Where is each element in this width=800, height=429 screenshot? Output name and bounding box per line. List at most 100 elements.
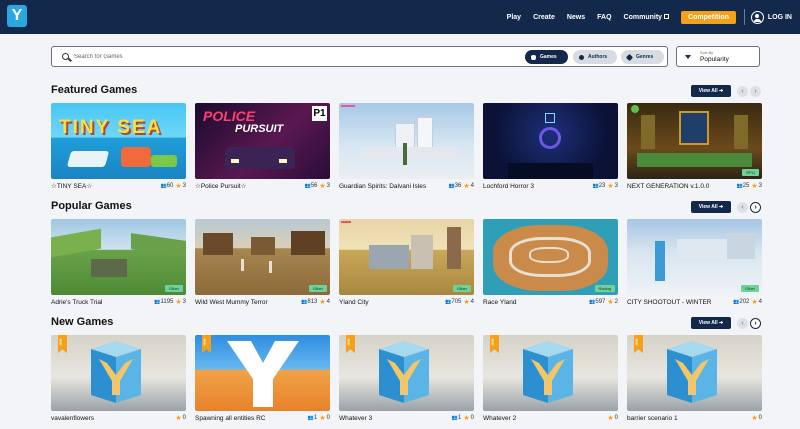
nav-news[interactable]: News bbox=[567, 14, 585, 21]
play-count: 👥25 bbox=[736, 183, 749, 189]
rating-value: 0 bbox=[470, 415, 474, 421]
filter-games-button[interactable]: Games bbox=[525, 50, 568, 64]
game-meta: Wild West Mummy Terror 👥813 ★ 4 bbox=[195, 297, 330, 307]
game-card[interactable]: Other Adrie's Truck Trial 👥1195 ★ 3 bbox=[51, 219, 186, 307]
game-title[interactable]: Race Yland bbox=[483, 299, 586, 306]
game-card[interactable]: NEW barrier scenario 1 ★ 0 bbox=[627, 335, 762, 423]
new-badge-label: NEW bbox=[58, 338, 63, 346]
login-button[interactable]: LOG IN bbox=[750, 10, 792, 24]
view-all-button[interactable]: View All ➔ bbox=[691, 317, 731, 329]
game-card[interactable]: Lochford Horror 3 👥23 ★ 3 bbox=[483, 103, 618, 191]
game-title[interactable]: barrier scenario 1 bbox=[627, 415, 749, 422]
game-title[interactable]: Whatever 3 bbox=[339, 415, 449, 422]
game-title[interactable]: Lochford Horror 3 bbox=[483, 183, 589, 190]
search-input[interactable] bbox=[74, 50, 374, 64]
game-thumbnail[interactable]: RPG bbox=[627, 103, 762, 179]
genre-tag: Other bbox=[452, 285, 471, 292]
gamepad-icon bbox=[531, 54, 536, 60]
game-card[interactable]: Racing Race Yland 👥597 ★ 2 bbox=[483, 219, 618, 307]
star-icon: ★ bbox=[463, 415, 470, 422]
star-icon: ★ bbox=[751, 415, 758, 422]
game-meta: Whatever 2 ★ 0 bbox=[483, 413, 618, 423]
game-title[interactable]: Wild West Mummy Terror bbox=[195, 299, 298, 306]
game-thumbnail[interactable] bbox=[339, 103, 474, 179]
game-title[interactable]: Adrie's Truck Trial bbox=[51, 299, 151, 306]
play-count-value: 1 bbox=[314, 415, 318, 421]
main-nav: Play Create News FAQ Community Competiti… bbox=[495, 0, 792, 34]
star-icon: ★ bbox=[319, 299, 326, 306]
game-title[interactable]: vavalenflowers bbox=[51, 415, 173, 422]
nav-faq[interactable]: FAQ bbox=[597, 14, 611, 21]
game-title[interactable]: Guardian Spirits: Dalvani Isles bbox=[339, 183, 445, 190]
section-title: New Games bbox=[51, 316, 114, 328]
game-card[interactable]: Guardian Spirits: Dalvani Isles 👥36 ★ 4 bbox=[339, 103, 474, 191]
game-thumbnail[interactable]: Other bbox=[627, 219, 762, 295]
carousel-prev-button[interactable]: ‹ bbox=[737, 318, 748, 329]
carousel-next-button[interactable]: › bbox=[750, 318, 761, 329]
nav-create[interactable]: Create bbox=[533, 14, 555, 21]
play-count: 👥56 bbox=[304, 183, 317, 189]
game-card[interactable]: NEW Whatever 2 ★ 0 bbox=[483, 335, 618, 423]
view-all-button[interactable]: View All ➔ bbox=[691, 85, 731, 97]
genre-tag: RPG bbox=[742, 169, 759, 176]
game-thumbnail[interactable]: POLICE PURSUIT P1 bbox=[195, 103, 330, 179]
game-title[interactable]: ☆TINY SEA☆ bbox=[51, 182, 157, 190]
play-count-value: 813 bbox=[307, 299, 318, 305]
genre-tag: Other bbox=[308, 285, 327, 292]
ylands-logo[interactable]: Y bbox=[7, 5, 27, 27]
filter-genres-button[interactable]: Genres bbox=[621, 50, 664, 64]
game-title[interactable]: Yland City bbox=[339, 299, 442, 306]
nav-play[interactable]: Play bbox=[507, 14, 521, 21]
carousel-prev-button[interactable]: ‹ bbox=[737, 202, 748, 213]
play-count: 👥1195 bbox=[154, 299, 173, 305]
game-card[interactable]: RPG NEXT GENERATION v.1.0.0 👥25 ★ 3 bbox=[627, 103, 762, 191]
view-all-button[interactable]: View All ➔ bbox=[691, 201, 731, 213]
login-label: LOG IN bbox=[767, 13, 792, 21]
game-thumbnail[interactable]: Other bbox=[51, 219, 186, 295]
carousel-next-button[interactable]: › bbox=[750, 86, 761, 97]
carousel-prev-button[interactable]: ‹ bbox=[737, 86, 748, 97]
game-thumbnail[interactable]: NEW bbox=[51, 335, 186, 411]
nav-community[interactable]: Community bbox=[624, 13, 670, 21]
play-count-value: 23 bbox=[598, 183, 606, 189]
game-thumbnail[interactable]: Racing bbox=[483, 219, 618, 295]
star-icon: ★ bbox=[175, 183, 182, 190]
game-thumbnail[interactable]: Other bbox=[339, 219, 474, 295]
game-thumbnail[interactable]: Other bbox=[195, 219, 330, 295]
genre-tag: Other bbox=[164, 285, 183, 292]
game-card[interactable]: POLICE PURSUIT P1 ☆Police Pursuit☆ 👥56 ★ 3 bbox=[195, 103, 330, 191]
game-meta: NEXT GENERATION v.1.0.0 👥25 ★ 3 bbox=[627, 181, 762, 191]
star-icon: ★ bbox=[463, 183, 470, 190]
game-thumbnail[interactable]: NEW bbox=[627, 335, 762, 411]
star-icon: ★ bbox=[463, 299, 470, 306]
game-title[interactable]: ☆Police Pursuit☆ bbox=[195, 182, 301, 190]
authors-icon bbox=[579, 54, 584, 60]
competition-button[interactable]: Competition bbox=[681, 10, 736, 24]
game-card[interactable]: Other Yland City 👥705 ★ 4 bbox=[339, 219, 474, 307]
game-card[interactable]: Other Wild West Mummy Terror 👥813 ★ 4 bbox=[195, 219, 330, 307]
game-title[interactable]: CITY SHOOTOUT - WINTER bbox=[627, 299, 730, 306]
star-icon: ★ bbox=[607, 415, 614, 422]
game-card[interactable]: Other CITY SHOOTOUT - WINTER 👥202 ★ 4 bbox=[627, 219, 762, 307]
game-card[interactable]: NEW vavalenflowers ★ 0 bbox=[51, 335, 186, 423]
game-card[interactable]: NEW Whatever 3 👥1 ★ 0 bbox=[339, 335, 474, 423]
game-thumbnail[interactable]: NEW bbox=[339, 335, 474, 411]
rating-value: 3 bbox=[182, 183, 186, 189]
game-title[interactable]: Whatever 2 bbox=[483, 415, 605, 422]
star-icon: ★ bbox=[319, 183, 326, 190]
game-thumbnail[interactable] bbox=[483, 103, 618, 179]
sort-label: Sort By bbox=[700, 50, 714, 55]
game-title[interactable]: NEXT GENERATION v.1.0.0 bbox=[627, 183, 733, 190]
game-thumbnail[interactable]: NEW bbox=[195, 335, 330, 411]
play-count-value: 36 bbox=[454, 183, 462, 189]
game-title[interactable]: Spawning all entities RC bbox=[195, 415, 305, 422]
game-card[interactable]: NEW Spawning all entities RC 👥1 ★ 0 bbox=[195, 335, 330, 423]
sort-dropdown[interactable]: Sort By Popularity bbox=[676, 46, 760, 67]
game-thumbnail[interactable]: TINY SEA bbox=[51, 103, 186, 179]
game-card[interactable]: TINY SEA ☆TINY SEA☆ 👥60 ★ 3 bbox=[51, 103, 186, 191]
rating-value: 0 bbox=[758, 415, 762, 421]
filter-authors-button[interactable]: Authors bbox=[573, 50, 617, 64]
play-count-value: 56 bbox=[310, 183, 318, 189]
carousel-next-button[interactable]: › bbox=[750, 202, 761, 213]
game-thumbnail[interactable]: NEW bbox=[483, 335, 618, 411]
